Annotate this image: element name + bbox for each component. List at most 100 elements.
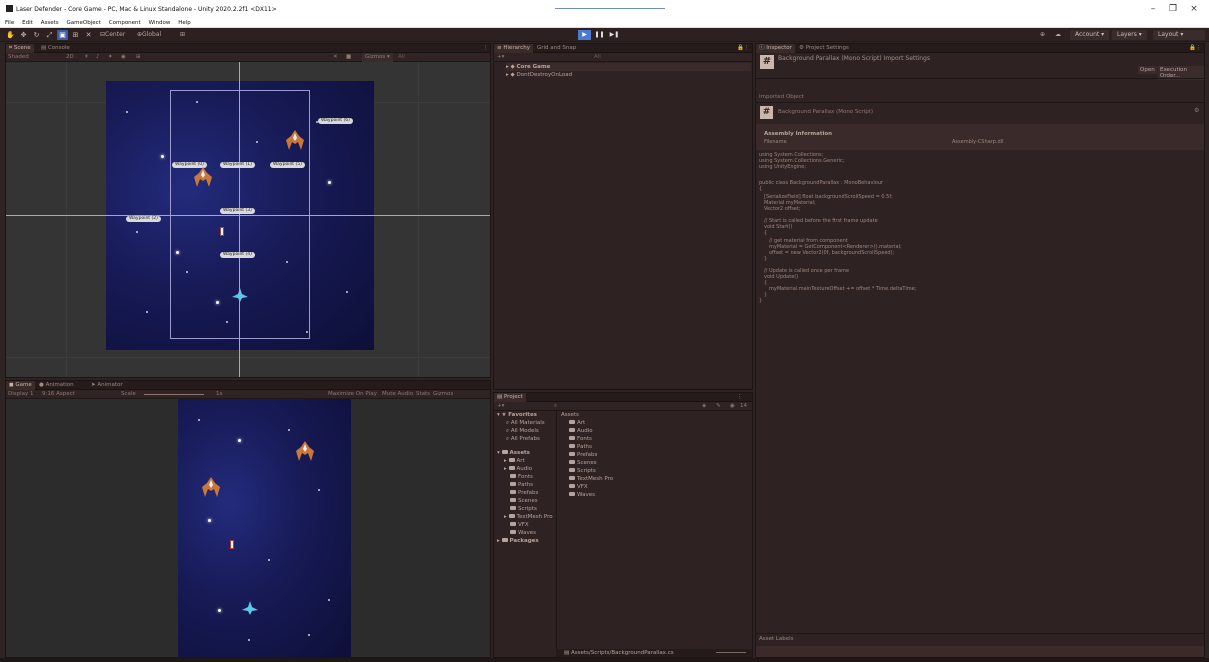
tab-animation[interactable]: ● Animation [36,381,77,390]
hierarchy-item-dontdestroy[interactable]: ▸ ◆ DontDestroyOnLoad [506,71,751,79]
asset-item[interactable]: Audio [569,427,593,435]
scale-tool-icon[interactable]: ⤢ [44,30,55,40]
create-dropdown[interactable]: +▾ [497,53,504,62]
asset-item[interactable]: Fonts [569,435,592,443]
tab-console[interactable]: ▤ Console [38,44,73,53]
visibility-icon[interactable]: ◉ [121,53,126,62]
folder-fonts[interactable]: Fonts [510,473,533,481]
lighting-icon[interactable]: ☀ [84,53,89,62]
maximize-icon[interactable]: ❐ [1166,2,1180,16]
enemy-ship-icon[interactable] [194,167,212,187]
folder-scenes[interactable]: Scenes [510,497,538,505]
layers-dropdown[interactable]: Layers ▾ [1112,30,1147,40]
eye-icon[interactable]: ◉ [730,402,735,411]
filter-type-icon[interactable]: ◈ [702,402,706,411]
play-button[interactable]: ▶ [578,30,591,40]
2d-toggle[interactable]: 2D [66,53,74,62]
menu-edit[interactable]: Edit [22,18,33,28]
create-dropdown[interactable]: +▾ [497,402,504,411]
custom-tool-icon[interactable]: ✕ [83,30,94,40]
asset-item[interactable]: VFX [569,483,588,491]
camera-icon[interactable]: ■ [346,53,351,62]
game-viewport[interactable] [6,399,490,657]
favorite-item[interactable]: ⌕ All Models [506,427,539,435]
icon-size-slider[interactable] [716,652,746,653]
waypoint-label[interactable]: Waypoint (1) [220,162,255,168]
layout-dropdown[interactable]: Layout ▾ [1153,30,1205,40]
tools-icon[interactable]: ✕ [333,53,338,62]
tab-project[interactable]: ▤ Project [494,393,526,402]
panel-menu-icon[interactable]: ⋮ [734,393,746,402]
rotate-tool-icon[interactable]: ↻ [31,30,42,40]
hierarchy-search[interactable]: All [594,53,601,62]
effects-icon[interactable]: ✦ [108,53,113,62]
mute-audio-toggle[interactable]: Mute Audio [382,390,413,399]
favorite-item[interactable]: ⌕ All Prefabs [506,435,540,443]
audio-icon[interactable]: ♪ [96,53,100,62]
laser-projectile[interactable] [220,227,224,236]
packages-header[interactable]: ▸ Packages [497,537,539,545]
scene-search[interactable]: All [398,53,405,62]
asset-item[interactable]: Scripts [569,467,596,475]
folder-prefabs[interactable]: Prefabs [510,489,538,497]
filter-label-icon[interactable]: ✎ [716,402,721,411]
pause-button[interactable]: ❚❚ [593,30,606,40]
open-button[interactable]: Open [1138,66,1157,74]
waypoint-label[interactable]: Waypoint (4) [220,252,255,258]
tab-inspector[interactable]: ⓘ Inspector [756,44,795,53]
waypoint-label[interactable]: Waypoint (6) [318,118,353,124]
tab-grid-snap[interactable]: Grid and Snap [534,44,579,53]
tab-game[interactable]: ◼ Game [6,381,35,390]
menu-assets[interactable]: Assets [41,18,59,28]
close-icon[interactable]: × [1187,2,1201,16]
account-dropdown[interactable]: Account ▾ [1070,30,1110,40]
stats-toggle[interactable]: Stats [416,390,430,399]
hand-tool-icon[interactable]: ✋ [5,30,16,40]
maximize-on-play-toggle[interactable]: Maximize On Play [328,390,377,399]
waypoint-label[interactable]: Waypoint (3) [220,208,255,214]
asset-item[interactable]: Art [569,419,585,427]
pivot-global-toggle[interactable]: ⊕Global [137,30,161,40]
asset-item[interactable]: Waves [569,491,595,499]
tab-scene[interactable]: ⌗ Scene [6,44,34,53]
tab-animator[interactable]: ➤ Animator [88,381,126,390]
hierarchy-item-core-game[interactable]: ▸ ◆ Core Game [506,63,751,71]
folder-art[interactable]: ▸ Art [504,457,525,465]
tab-project-settings[interactable]: ⚙ Project Settings [796,44,852,53]
folder-waves[interactable]: Waves [510,529,536,537]
asset-item[interactable]: Paths [569,443,592,451]
folder-vfx[interactable]: VFX [510,521,529,529]
step-button[interactable]: ▶❚ [608,30,621,40]
tab-hierarchy[interactable]: ≡ Hierarchy [494,44,533,53]
enemy-ship-icon[interactable] [286,130,304,150]
asset-item[interactable]: Scenes [569,459,597,467]
cloud-icon[interactable]: ☁ [1055,30,1061,40]
rect-tool-icon[interactable]: ▣ [57,30,68,40]
lock-icon[interactable]: 🔒⋮ [734,44,752,53]
waypoint-label[interactable]: Waypoint (5) [270,162,305,168]
aspect-dropdown[interactable]: 9:16 Aspect [42,390,75,399]
folder-audio[interactable]: ▸ Audio [504,465,532,473]
folder-textmesh-pro[interactable]: ▸ TextMesh Pro [504,513,553,521]
search-icon[interactable]: ⌕ [554,402,557,411]
assets-header[interactable]: ▾ Assets [497,449,530,457]
folder-scripts[interactable]: Scripts [510,505,537,513]
scene-viewport[interactable]: Waypoint (6) Waypoint (0) Waypoint (1) W… [6,62,490,377]
menu-component[interactable]: Component [109,18,141,28]
scale-slider[interactable] [144,394,204,395]
lock-icon[interactable]: 🔒⋮ [1186,44,1204,53]
asset-item[interactable]: Prefabs [569,451,597,459]
settings-icon[interactable]: ⚙ [1194,107,1199,114]
menu-window[interactable]: Window [149,18,171,28]
favorites-header[interactable]: ▾ ★ Favorites [497,411,537,419]
menu-gameobject[interactable]: GameObject [67,18,101,28]
folder-paths[interactable]: Paths [510,481,533,489]
move-tool-icon[interactable]: ✥ [18,30,29,40]
player-ship-icon[interactable] [232,288,248,302]
favorite-item[interactable]: ⌕ All Materials [506,419,545,427]
menu-file[interactable]: File [5,18,14,28]
menu-help[interactable]: Help [178,18,191,28]
grid-icon[interactable]: ⊞ [136,53,141,62]
pivot-center-toggle[interactable]: ⊟Center [100,30,125,40]
display-dropdown[interactable]: Display 1 [8,390,34,399]
